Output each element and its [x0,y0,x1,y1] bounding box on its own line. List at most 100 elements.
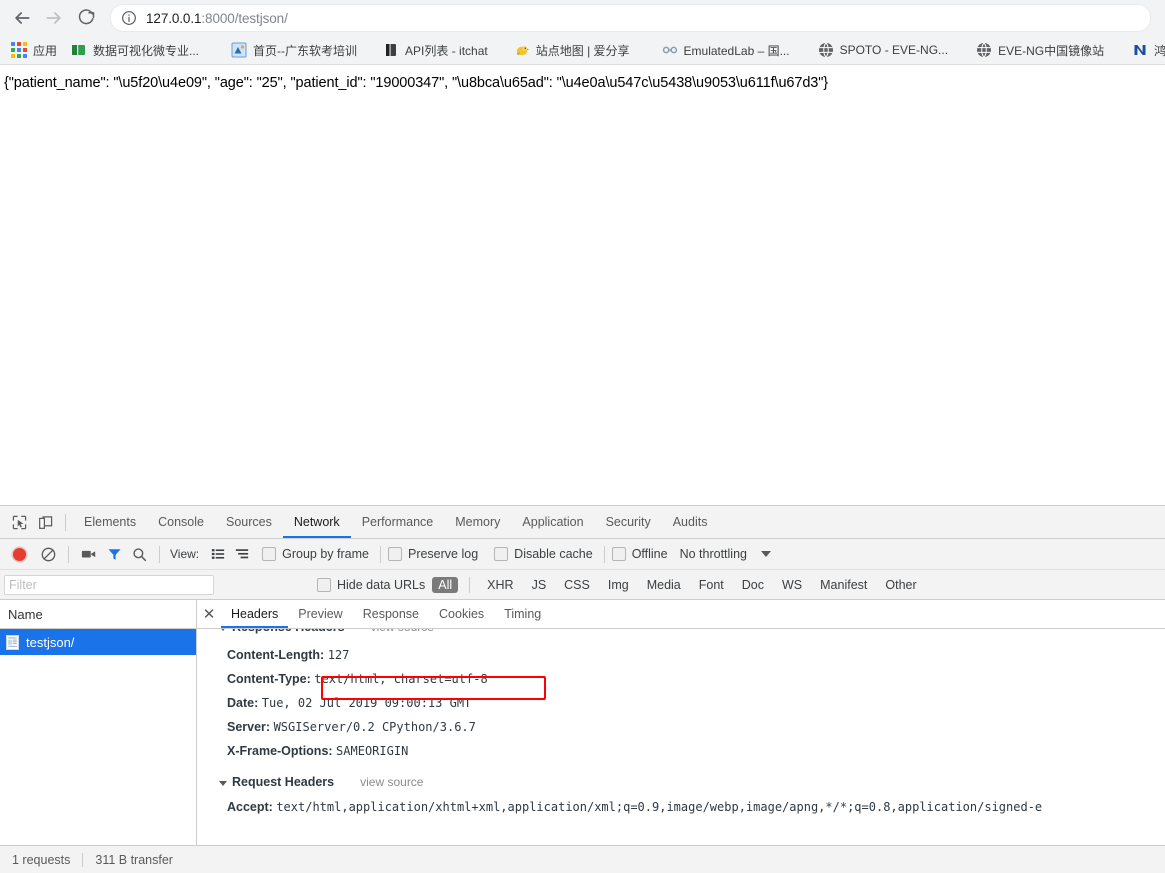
toolbar-divider [159,546,160,563]
bookmark-item[interactable]: EVE-NG中国镜像站 [970,39,1110,61]
offline-checkbox[interactable]: Offline [612,547,668,561]
network-toolbar: View: Group by frame [0,539,1165,570]
filter-type-img[interactable]: Img [602,577,635,593]
filter-type-all[interactable]: All [432,577,458,593]
detail-tabbar: ✕ Headers Preview Response Cookies Timin… [197,600,1165,629]
detail-tab-timing[interactable]: Timing [494,601,551,628]
checkbox-box [262,547,276,561]
clear-icon [41,547,56,562]
blue-n-icon [1132,42,1148,58]
throttling-select[interactable]: No throttling [680,547,747,561]
preserve-log-label: Preserve log [408,547,478,561]
bookmark-item[interactable]: 站点地图 | 爱分享 [508,39,636,61]
forward-button[interactable] [40,4,68,32]
browser-toolbar: 127.0.0.1:8000/testjson/ [0,0,1165,36]
device-toolbar-button[interactable] [32,509,58,535]
tab-application[interactable]: Application [511,507,594,538]
filter-type-css[interactable]: CSS [558,577,596,593]
bookmark-item[interactable]: 数据可视化微专业... [65,39,205,61]
request-row-testjson[interactable]: testjson/ [0,629,196,655]
header-name: Content-Type: [227,672,311,686]
close-icon[interactable]: ✕ [197,607,221,622]
filter-type-media[interactable]: Media [641,577,687,593]
filter-type-js[interactable]: JS [526,577,553,593]
info-circle-icon[interactable] [121,10,137,26]
group-by-frame-checkbox[interactable]: Group by frame [262,547,369,561]
document-icon [6,635,19,650]
bookmark-item[interactable]: 首页--广东软考培训 [225,39,363,61]
filter-toggle-button[interactable] [107,543,122,565]
tab-network[interactable]: Network [283,507,351,538]
clear-button[interactable] [41,543,56,565]
filter-type-xhr[interactable]: XHR [481,577,519,593]
waterfall-view-icon [235,547,249,561]
bookmark-item[interactable]: EmulatedLab – 国... [656,39,796,61]
group-by-frame-label: Group by frame [282,547,369,561]
response-headers-section[interactable]: Response Headers view source [219,629,434,634]
view-source-link[interactable]: view source [360,775,423,789]
detail-tab-preview[interactable]: Preview [288,601,352,628]
request-list: Name testjson/ [0,600,197,845]
tab-security[interactable]: Security [595,507,662,538]
black-book-icon [383,42,399,58]
back-button[interactable] [8,4,36,32]
filter-divider [469,577,470,593]
request-list-header: Name [0,600,196,629]
filter-type-doc[interactable]: Doc [736,577,770,593]
tab-memory[interactable]: Memory [444,507,511,538]
bookmark-item[interactable]: SPOTO - EVE-NG... [812,39,954,61]
tab-console[interactable]: Console [147,507,215,538]
bookmark-label: EmulatedLab – 国... [684,42,790,59]
chevron-down-icon[interactable] [761,551,771,557]
tab-sources[interactable]: Sources [215,507,283,538]
json-response-body: {"patient_name": "\u5f20\u4e09", "age": … [0,65,1165,91]
request-headers-section[interactable]: Request Headers view source [219,763,1165,792]
filter-type-manifest[interactable]: Manifest [814,577,873,593]
disable-cache-checkbox[interactable]: Disable cache [494,547,593,561]
tab-elements[interactable]: Elements [73,507,147,538]
record-button[interactable] [13,543,26,565]
detail-tab-response[interactable]: Response [353,601,429,628]
header-row: X-Frame-Options: SAMEORIGIN [219,739,1165,763]
chevron-down-icon [219,629,227,631]
bookmark-item[interactable]: 鸿鹄论坛 [1126,39,1165,61]
waterfall-view-button[interactable] [235,543,249,565]
filter-type-ws[interactable]: WS [776,577,808,593]
filter-input[interactable]: Filter [4,575,214,595]
transfer-size: 311 B transfer [83,853,185,867]
address-bar[interactable]: 127.0.0.1:8000/testjson/ [110,4,1151,32]
header-name: X-Frame-Options: [227,744,333,758]
bookmarks-bar: 应用 数据可视化微专业... 首页--广东软考培训 [0,36,1165,65]
filter-type-font[interactable]: Font [693,577,730,593]
devtools-panel: Elements Console Sources Network Perform… [0,505,1165,873]
forward-arrow-icon [44,8,64,28]
header-row: Accept: text/html,application/xhtml+xml,… [219,792,1165,819]
search-button[interactable] [132,543,147,565]
green-book-icon [71,42,87,58]
list-view-button[interactable] [211,543,225,565]
camera-icon [81,547,97,561]
header-value: text/html; charset=utf-8 [314,672,487,686]
reload-button[interactable] [72,4,100,32]
bookmark-item[interactable]: API列表 - itchat [377,39,494,61]
bookmark-apps[interactable]: 应用 [5,39,63,61]
bookmark-label: API列表 - itchat [405,42,488,59]
devtools-tabbar: Elements Console Sources Network Perform… [0,506,1165,539]
toolbar-divider [65,514,66,531]
tab-audits[interactable]: Audits [662,507,719,538]
checkbox-box [388,547,402,561]
bookmark-label: 数据可视化微专业... [93,42,199,59]
detail-tab-headers[interactable]: Headers [221,601,288,628]
hide-data-urls-checkbox[interactable]: Hide data URLs [317,578,425,592]
checkbox-box [317,578,331,592]
capture-screenshots-button[interactable] [81,543,97,565]
url-path: :8000/testjson/ [201,11,287,26]
inspect-element-button[interactable] [6,509,32,535]
view-source-link[interactable]: view source [371,629,434,634]
filter-type-other[interactable]: Other [879,577,922,593]
preserve-log-checkbox[interactable]: Preserve log [388,547,478,561]
header-value: Tue, 02 Jul 2019 09:00:13 GMT [262,696,472,710]
detail-tab-cookies[interactable]: Cookies [429,601,494,628]
tab-performance[interactable]: Performance [351,507,445,538]
hide-data-urls-label: Hide data URLs [337,578,425,592]
